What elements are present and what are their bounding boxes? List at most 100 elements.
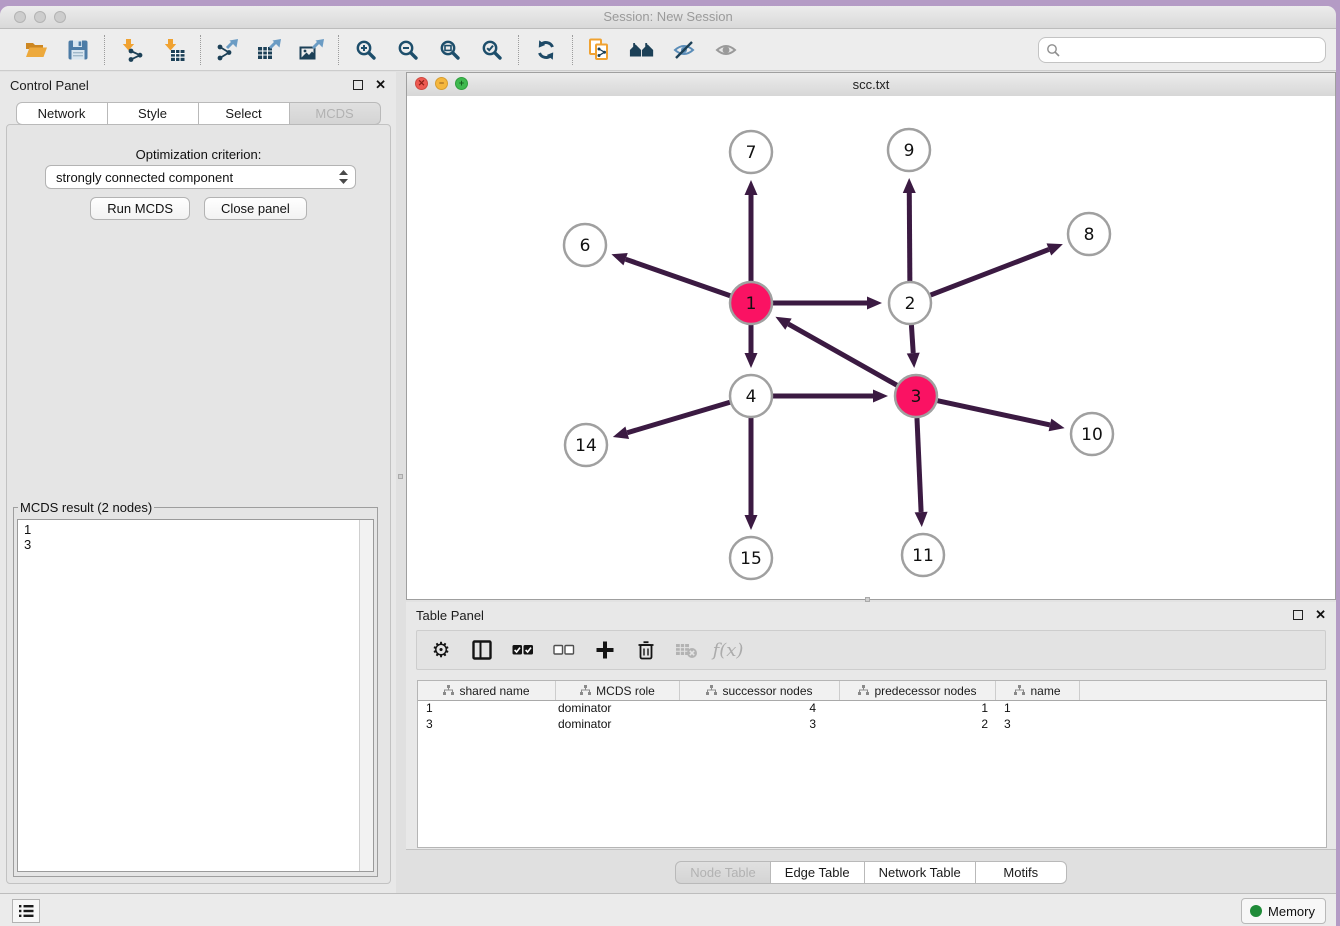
graph-edge-4-14[interactable] (627, 402, 730, 432)
mcds-panel: Optimization criterion: strongly connect… (6, 124, 391, 884)
graph-edge-2-3[interactable] (911, 325, 913, 353)
save-session-icon[interactable] (65, 37, 91, 63)
hide-selected-icon[interactable] (671, 37, 697, 63)
delete-table-icon[interactable] (675, 638, 699, 662)
svg-text:3: 3 (911, 387, 922, 407)
table-cell[interactable]: dominator (556, 701, 680, 717)
import-network-icon[interactable] (119, 37, 145, 63)
search-input[interactable] (1038, 37, 1326, 63)
close-table-panel-icon[interactable]: ✕ (1315, 610, 1326, 620)
table-cell[interactable]: 2 (840, 717, 996, 733)
clone-network-icon[interactable] (587, 37, 613, 63)
table-cell[interactable]: 4 (680, 701, 840, 717)
import-table-icon[interactable] (161, 37, 187, 63)
zoom-out-icon[interactable] (395, 37, 421, 63)
column-header-shared-name[interactable]: shared name (418, 681, 556, 700)
graph-node-15[interactable]: 15 (730, 537, 772, 579)
graph-node-8[interactable]: 8 (1068, 213, 1110, 255)
column-tree-icon (706, 685, 717, 696)
column-header-successor-nodes[interactable]: successor nodes (680, 681, 840, 700)
graph-node-3[interactable]: 3 (895, 375, 937, 417)
zoom-fit-icon[interactable] (437, 37, 463, 63)
graph-edge-3-1[interactable] (788, 324, 896, 385)
graph-node-10[interactable]: 10 (1071, 413, 1113, 455)
float-panel-icon[interactable] (353, 80, 363, 90)
table-cell[interactable]: dominator (556, 717, 680, 733)
graph-node-4[interactable]: 4 (730, 375, 772, 417)
select-all-icon[interactable] (511, 638, 535, 662)
column-header-name[interactable]: name (996, 681, 1080, 700)
graph-node-6[interactable]: 6 (564, 224, 606, 266)
graph-node-1[interactable]: 1 (730, 282, 772, 324)
tab-style[interactable]: Style (108, 102, 199, 125)
table-cell[interactable]: 3 (680, 717, 840, 733)
tab-mcds[interactable]: MCDS (290, 102, 381, 125)
svg-text:4: 4 (746, 387, 757, 407)
tab-edge-table[interactable]: Edge Table (771, 861, 865, 884)
column-header-predecessor-nodes[interactable]: predecessor nodes (840, 681, 996, 700)
svg-text:8: 8 (1084, 225, 1095, 245)
graph-edge-2-9[interactable] (909, 193, 910, 281)
network-canvas[interactable]: 7 9 6 8 1 2 4 3 14 10 15 11 (407, 96, 1335, 599)
table-row[interactable]: 1dominator411 (418, 701, 1326, 717)
table-cell[interactable]: 3 (996, 717, 1080, 733)
network-graph: 7 9 6 8 1 2 4 3 14 10 15 11 (407, 96, 1335, 599)
column-header-MCDS-role[interactable]: MCDS role (556, 681, 680, 700)
panel-splitter[interactable] (396, 72, 406, 894)
table-cell[interactable]: 1 (840, 701, 996, 717)
graph-node-11[interactable]: 11 (902, 534, 944, 576)
graph-node-7[interactable]: 7 (730, 131, 772, 173)
graph-edge-3-10[interactable] (938, 401, 1050, 425)
graph-edge-1-6[interactable] (626, 259, 731, 296)
memory-button[interactable]: Memory (1241, 898, 1326, 924)
show-all-icon[interactable] (713, 37, 739, 63)
export-network-icon[interactable] (215, 37, 241, 63)
graph-edge-arrowhead (613, 427, 629, 439)
column-view-icon[interactable] (470, 638, 494, 662)
close-panel-icon[interactable]: ✕ (375, 80, 386, 90)
export-image-icon[interactable] (299, 37, 325, 63)
optimization-dropdown[interactable]: strongly connected component (45, 165, 356, 189)
table-tabs-bar: Node TableEdge TableNetwork TableMotifs (406, 849, 1336, 894)
column-tree-icon (1014, 685, 1025, 696)
control-panel: Control Panel ✕ NetworkStyleSelectMCDS O… (0, 72, 396, 894)
delete-column-icon[interactable] (634, 638, 658, 662)
graph-edge-2-8[interactable] (931, 249, 1049, 295)
run-mcds-button[interactable]: Run MCDS (90, 197, 190, 220)
apply-layout-icon[interactable] (533, 37, 559, 63)
graph-edge-3-11[interactable] (917, 418, 921, 512)
zoom-in-icon[interactable] (353, 37, 379, 63)
tab-motifs[interactable]: Motifs (976, 861, 1067, 884)
table-cell[interactable]: 3 (418, 717, 556, 733)
graph-edge-arrowhead (907, 353, 920, 368)
table-cell[interactable]: 1 (418, 701, 556, 717)
table-row[interactable]: 3dominator323 (418, 717, 1326, 733)
close-panel-button[interactable]: Close panel (204, 197, 307, 220)
column-tree-icon (858, 685, 869, 696)
add-column-icon[interactable] (593, 638, 617, 662)
float-table-panel-icon[interactable] (1293, 610, 1303, 620)
main-titlebar: Session: New Session (0, 6, 1336, 29)
table-cell[interactable]: 1 (996, 701, 1080, 717)
tab-select[interactable]: Select (199, 102, 290, 125)
export-table-icon[interactable] (257, 37, 283, 63)
tab-network-table[interactable]: Network Table (865, 861, 976, 884)
graph-node-9[interactable]: 9 (888, 129, 930, 171)
graph-node-2[interactable]: 2 (889, 282, 931, 324)
function-builder-icon[interactable]: f(x) (716, 638, 740, 662)
task-history-icon[interactable] (12, 899, 40, 923)
result-scrollbar[interactable] (359, 520, 373, 871)
open-session-icon[interactable] (23, 37, 49, 63)
memory-status-icon (1250, 905, 1262, 917)
zoom-selected-icon[interactable] (479, 37, 505, 63)
control-panel-title: Control Panel (10, 78, 89, 93)
tab-node-table[interactable]: Node Table (675, 861, 771, 884)
gear-icon[interactable]: ⚙ (429, 638, 453, 662)
application-window: Session: New Session (0, 6, 1336, 926)
mcds-result-list[interactable]: 1 3 (17, 519, 374, 872)
graph-node-14[interactable]: 14 (565, 424, 607, 466)
home-networks-icon[interactable] (629, 37, 655, 63)
column-tree-icon (443, 685, 454, 696)
tab-network[interactable]: Network (16, 102, 108, 125)
deselect-all-icon[interactable] (552, 638, 576, 662)
